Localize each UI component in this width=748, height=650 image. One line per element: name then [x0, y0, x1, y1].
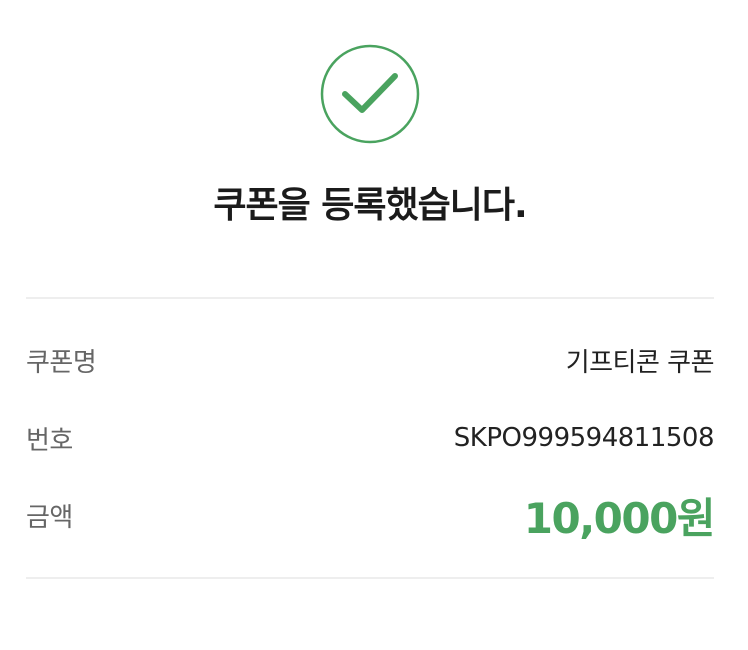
coupon-amount-row: 금액 10,000원: [26, 490, 716, 543]
success-title: 쿠폰을 등록했습니다.: [213, 185, 527, 226]
divider-bottom: [26, 577, 714, 579]
coupon-number-label: 번호: [26, 425, 73, 456]
divider-top: [26, 297, 714, 299]
coupon-name-row: 쿠폰명 기프티콘 쿠폰: [26, 340, 715, 380]
coupon-name-label: 쿠폰명: [26, 347, 97, 378]
coupon-number-value: SKPO999594811508: [453, 423, 715, 453]
coupon-amount-label: 금액: [26, 502, 73, 533]
coupon-number-row: 번호 SKPO999594811508: [26, 418, 715, 458]
coupon-name-value: 기프티콘 쿠폰: [565, 347, 715, 378]
check-circle-icon: [320, 44, 420, 144]
coupon-amount-value: 10,000원: [523, 493, 716, 543]
